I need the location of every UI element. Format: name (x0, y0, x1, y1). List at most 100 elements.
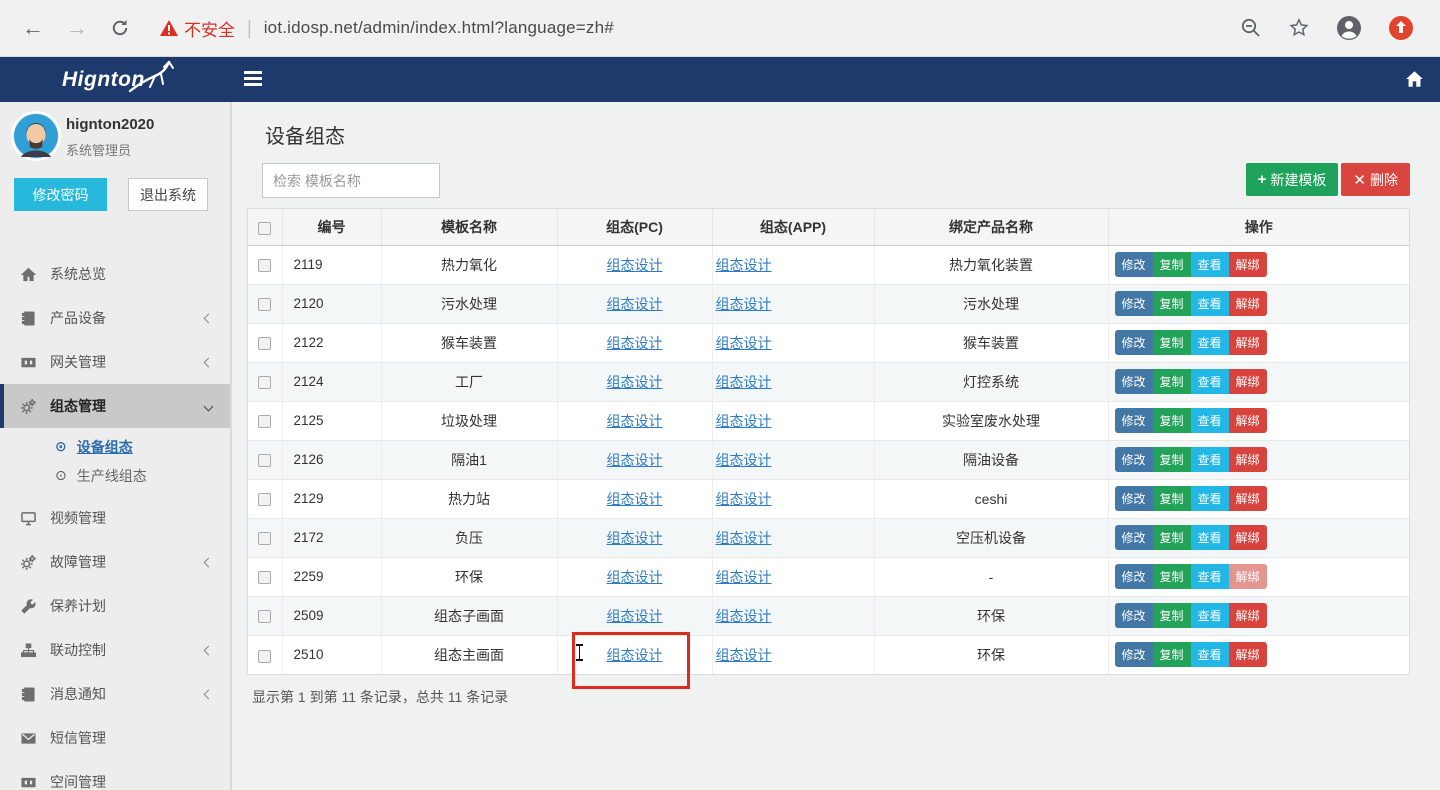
config-design-app-link[interactable]: 组态设计 (716, 491, 772, 507)
unbind-button[interactable]: 解绑 (1229, 525, 1267, 550)
row-checkbox[interactable] (258, 376, 271, 389)
url-text[interactable]: iot.idosp.net/admin/index.html?language=… (264, 18, 614, 38)
config-design-app-link[interactable]: 组态设计 (716, 296, 772, 312)
config-design-app-link[interactable]: 组态设计 (716, 335, 772, 351)
config-design-pc-link[interactable]: 组态设计 (607, 296, 663, 312)
config-design-pc-link[interactable]: 组态设计 (607, 569, 663, 585)
config-design-app-link[interactable]: 组态设计 (716, 569, 772, 585)
sidebar-subitem-0[interactable]: ⊙设备组态 (0, 432, 230, 461)
browser-forward-icon[interactable]: → (66, 17, 88, 39)
copy-button[interactable]: 复制 (1153, 525, 1191, 550)
config-design-app-link[interactable]: 组态设计 (716, 452, 772, 468)
view-button[interactable]: 查看 (1191, 252, 1229, 277)
unbind-button[interactable]: 解绑 (1229, 369, 1267, 394)
unbind-button[interactable]: 解绑 (1229, 291, 1267, 316)
sidebar-toggle-icon[interactable] (244, 71, 262, 87)
view-button[interactable]: 查看 (1191, 330, 1229, 355)
sidebar-subitem-1[interactable]: ⊙生产线组态 (0, 461, 230, 490)
sidebar-item-8[interactable]: 消息通知 (0, 672, 230, 716)
edit-button[interactable]: 修改 (1115, 252, 1153, 277)
row-checkbox[interactable] (258, 259, 271, 272)
copy-button[interactable]: 复制 (1153, 486, 1191, 511)
copy-button[interactable]: 复制 (1153, 291, 1191, 316)
view-button[interactable]: 查看 (1191, 525, 1229, 550)
profile-icon[interactable] (1336, 15, 1362, 41)
row-checkbox[interactable] (258, 298, 271, 311)
config-design-pc-link[interactable]: 组态设计 (607, 257, 663, 273)
delete-button[interactable]: ✕删除 (1341, 163, 1410, 196)
row-checkbox[interactable] (258, 493, 271, 506)
config-design-app-link[interactable]: 组态设计 (716, 647, 772, 663)
view-button[interactable]: 查看 (1191, 291, 1229, 316)
unbind-button[interactable]: 解绑 (1229, 330, 1267, 355)
view-button[interactable]: 查看 (1191, 486, 1229, 511)
unbind-button[interactable]: 解绑 (1229, 642, 1267, 667)
view-button[interactable]: 查看 (1191, 369, 1229, 394)
unbind-button[interactable]: 解绑 (1229, 447, 1267, 472)
edit-button[interactable]: 修改 (1115, 447, 1153, 472)
edit-button[interactable]: 修改 (1115, 603, 1153, 628)
sidebar-item-7[interactable]: 联动控制 (0, 628, 230, 672)
unbind-button[interactable]: 解绑 (1229, 603, 1267, 628)
edit-button[interactable]: 修改 (1115, 486, 1153, 511)
row-checkbox[interactable] (258, 337, 271, 350)
sidebar-item-1[interactable]: 产品设备 (0, 296, 230, 340)
row-checkbox[interactable] (258, 610, 271, 623)
edit-button[interactable]: 修改 (1115, 330, 1153, 355)
copy-button[interactable]: 复制 (1153, 603, 1191, 628)
view-button[interactable]: 查看 (1191, 642, 1229, 667)
browser-back-icon[interactable]: ← (22, 17, 44, 39)
unbind-button[interactable]: 解绑 (1229, 408, 1267, 433)
config-design-pc-link[interactable]: 组态设计 (607, 530, 663, 546)
row-checkbox[interactable] (258, 650, 271, 663)
logout-button[interactable]: 退出系统 (128, 178, 208, 211)
copy-button[interactable]: 复制 (1153, 408, 1191, 433)
copy-button[interactable]: 复制 (1153, 369, 1191, 394)
edit-button[interactable]: 修改 (1115, 525, 1153, 550)
edit-button[interactable]: 修改 (1115, 642, 1153, 667)
config-design-app-link[interactable]: 组态设计 (716, 257, 772, 273)
view-button[interactable]: 查看 (1191, 447, 1229, 472)
view-button[interactable]: 查看 (1191, 603, 1229, 628)
sidebar-item-6[interactable]: 保养计划 (0, 584, 230, 628)
sidebar-item-10[interactable]: 空间管理 (0, 760, 230, 790)
unbind-button[interactable]: 解绑 (1229, 564, 1267, 589)
sidebar-item-2[interactable]: 网关管理 (0, 340, 230, 384)
home-icon[interactable] (1405, 70, 1424, 88)
row-checkbox[interactable] (258, 532, 271, 545)
copy-button[interactable]: 复制 (1153, 252, 1191, 277)
sidebar-item-5[interactable]: 故障管理 (0, 540, 230, 584)
edit-button[interactable]: 修改 (1115, 564, 1153, 589)
unbind-button[interactable]: 解绑 (1229, 252, 1267, 277)
config-design-app-link[interactable]: 组态设计 (716, 530, 772, 546)
view-button[interactable]: 查看 (1191, 564, 1229, 589)
unbind-button[interactable]: 解绑 (1229, 486, 1267, 511)
search-input[interactable] (262, 163, 440, 198)
row-checkbox[interactable] (258, 571, 271, 584)
config-design-pc-link[interactable]: 组态设计 (607, 452, 663, 468)
zoom-out-icon[interactable] (1240, 17, 1262, 39)
copy-button[interactable]: 复制 (1153, 642, 1191, 667)
sidebar-item-9[interactable]: 短信管理 (0, 716, 230, 760)
sidebar-item-4[interactable]: 视频管理 (0, 496, 230, 540)
config-design-pc-link[interactable]: 组态设计 (607, 608, 663, 624)
browser-reload-icon[interactable] (88, 18, 130, 38)
browser-update-icon[interactable] (1388, 15, 1414, 41)
address-bar[interactable]: 不安全 | iot.idosp.net/admin/index.html?lan… (160, 16, 1240, 41)
config-design-pc-link[interactable]: 组态设计 (607, 491, 663, 507)
edit-button[interactable]: 修改 (1115, 369, 1153, 394)
bookmark-star-icon[interactable] (1288, 17, 1310, 39)
config-design-app-link[interactable]: 组态设计 (716, 374, 772, 390)
edit-button[interactable]: 修改 (1115, 408, 1153, 433)
row-checkbox[interactable] (258, 415, 271, 428)
edit-button[interactable]: 修改 (1115, 291, 1153, 316)
row-checkbox[interactable] (258, 454, 271, 467)
config-design-app-link[interactable]: 组态设计 (716, 608, 772, 624)
config-design-pc-link[interactable]: 组态设计 (607, 335, 663, 351)
config-design-app-link[interactable]: 组态设计 (716, 413, 772, 429)
select-all-checkbox[interactable] (258, 222, 271, 235)
sidebar-item-3[interactable]: 组态管理 (0, 384, 230, 428)
new-template-button[interactable]: +新建模板 (1246, 163, 1339, 196)
sidebar-item-0[interactable]: 系统总览 (0, 252, 230, 296)
copy-button[interactable]: 复制 (1153, 447, 1191, 472)
